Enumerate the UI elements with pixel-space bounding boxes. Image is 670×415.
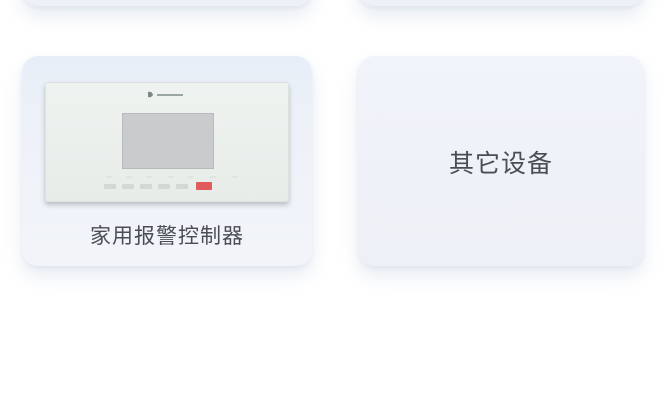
device-card-other[interactable]: 其它设备: [358, 56, 644, 266]
device-card-previous-right[interactable]: [358, 0, 644, 6]
brand-logo-icon: [148, 91, 183, 98]
device-card-label: 家用报警控制器: [90, 224, 244, 248]
alarm-key-icon: [196, 182, 212, 190]
device-keypad: [104, 179, 236, 193]
device-screen: [122, 113, 214, 169]
alarm-controller-device-icon: [45, 82, 289, 202]
device-card-label: 其它设备: [448, 149, 553, 178]
device-card-previous-left[interactable]: [22, 0, 312, 6]
device-card-alarm-controller[interactable]: 家用报警控制器: [22, 56, 312, 266]
device-type-page: 家用报警控制器 其它设备: [0, 0, 670, 415]
